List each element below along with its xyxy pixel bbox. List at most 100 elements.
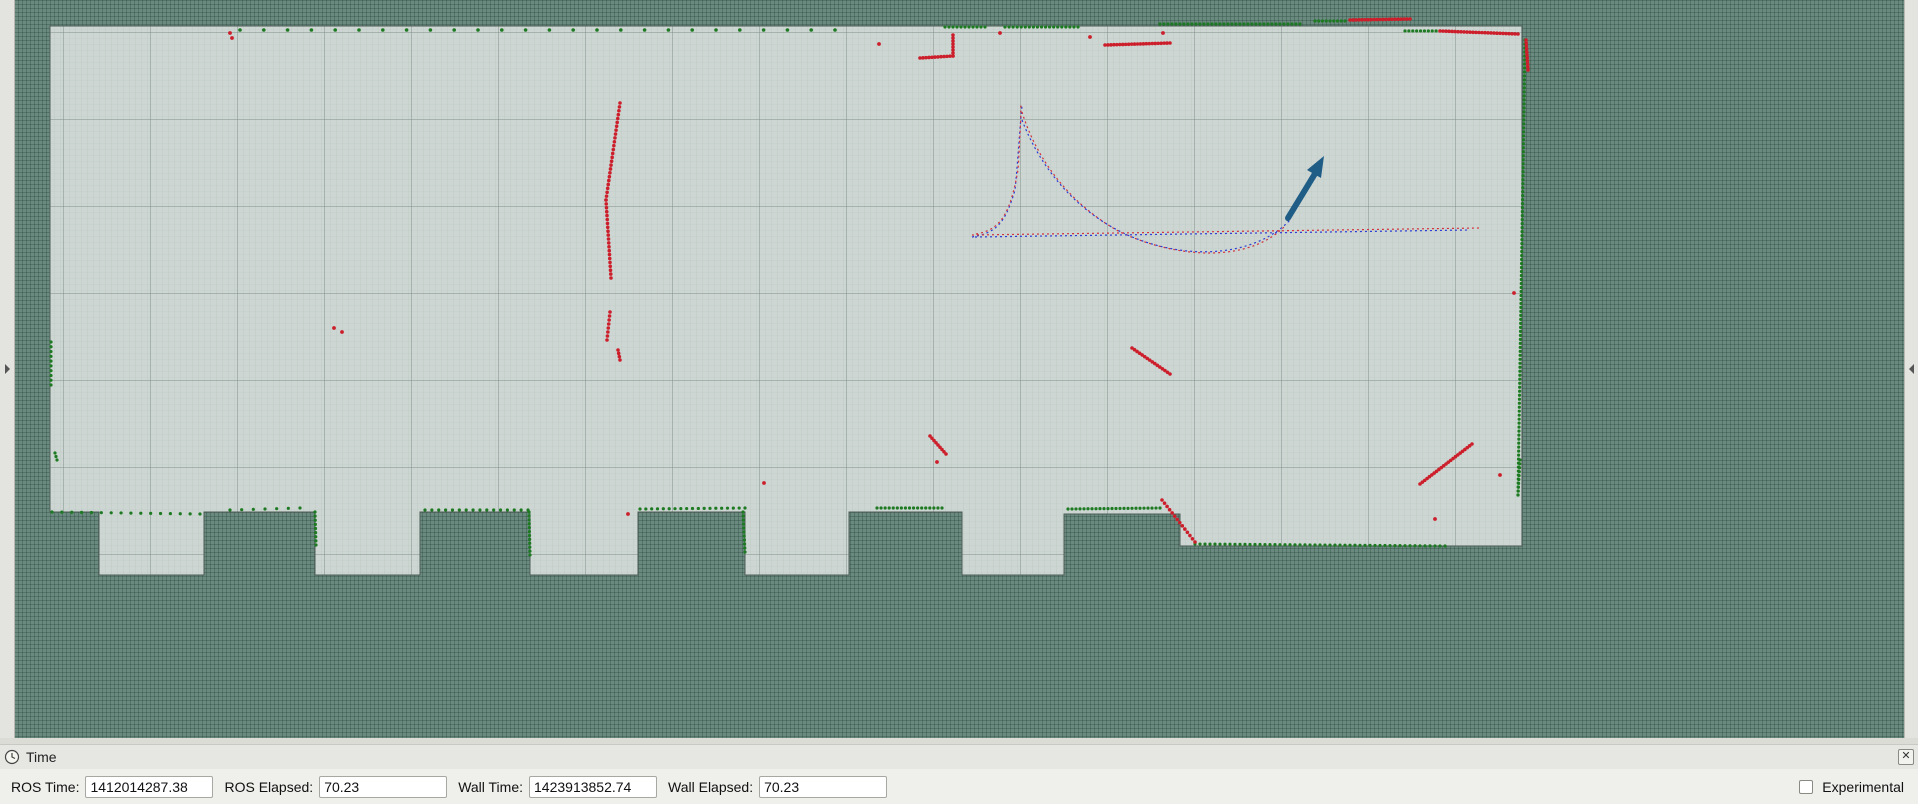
map-point	[1423, 544, 1427, 548]
left-dock-handle[interactable]	[0, 0, 15, 738]
map-point	[1522, 66, 1527, 70]
laser-hit	[605, 217, 610, 222]
laser-hit	[1165, 504, 1169, 509]
map-point	[1122, 506, 1126, 510]
map-point	[49, 383, 53, 387]
map-point	[158, 511, 163, 516]
wall-time-field[interactable]	[529, 775, 658, 798]
map-point	[1517, 437, 1521, 441]
map-point	[1150, 506, 1154, 510]
map-point	[963, 25, 967, 29]
map-point	[1521, 170, 1525, 174]
map-point	[286, 506, 290, 510]
laser-hit	[616, 112, 621, 117]
map-point	[1142, 506, 1146, 510]
map-point	[313, 514, 317, 518]
triangle-left-icon[interactable]	[1909, 364, 1914, 374]
map-point	[1522, 82, 1526, 86]
map-point	[1520, 249, 1524, 254]
map-point	[1068, 25, 1072, 29]
map-point	[457, 508, 461, 512]
map-point	[314, 531, 318, 535]
laser-hit	[606, 229, 610, 233]
map-point	[1198, 542, 1202, 546]
laser-hit	[230, 36, 234, 40]
close-icon[interactable]: ✕	[1898, 749, 1914, 765]
occupancy-grid	[49, 25, 1523, 576]
map-point	[478, 508, 482, 512]
map-point	[139, 511, 143, 515]
laser-hit	[1177, 520, 1182, 525]
map-point	[1208, 542, 1212, 546]
map-point	[920, 506, 924, 510]
render-viewport[interactable]	[14, 0, 1904, 738]
map-point	[1328, 19, 1332, 23]
map-point	[1298, 22, 1302, 26]
map-point	[1248, 542, 1252, 547]
map-point	[1114, 506, 1118, 511]
laser-hit	[626, 512, 630, 516]
laser-hit	[1433, 517, 1437, 521]
map-point	[49, 345, 53, 349]
map-point	[1198, 22, 1202, 26]
wall-elapsed-field[interactable]	[759, 775, 888, 798]
map-point	[742, 538, 747, 542]
map-point	[1226, 22, 1230, 26]
triangle-right-icon[interactable]	[5, 364, 10, 374]
laser-hit	[614, 128, 618, 132]
laser-hit	[332, 326, 336, 330]
laser-hit	[617, 108, 621, 113]
ros-elapsed-field[interactable]	[319, 775, 448, 798]
map-point	[500, 28, 504, 32]
map-point	[1433, 544, 1437, 548]
map-point	[1222, 22, 1226, 26]
map-point	[1210, 22, 1214, 26]
map-point	[1418, 544, 1422, 548]
laser-hit	[1180, 524, 1185, 528]
map-point	[1031, 25, 1035, 29]
laser-hit	[604, 198, 608, 202]
experimental-toggle[interactable]: Experimental	[1799, 769, 1904, 804]
map-point	[1408, 544, 1412, 548]
laser-hit	[1185, 530, 1190, 535]
time-panel-fields: ROS Time: ROS Elapsed: Wall Time: Wall E…	[0, 769, 1918, 804]
map-point	[1517, 470, 1521, 474]
map-point	[1415, 29, 1419, 33]
map-point	[1318, 543, 1322, 547]
map-point	[1518, 329, 1523, 333]
map-point	[1118, 506, 1122, 511]
map-point	[1338, 543, 1342, 547]
laser-hit	[614, 124, 619, 129]
map-point	[1518, 337, 1522, 341]
map-point	[979, 25, 983, 29]
map-point	[313, 510, 317, 514]
laser-hit	[762, 481, 766, 485]
map-point	[1517, 425, 1521, 429]
map-point	[1064, 25, 1068, 29]
map-view[interactable]	[14, 0, 1904, 738]
map-point	[1323, 543, 1327, 547]
map-point	[527, 526, 531, 530]
map-point	[1413, 544, 1417, 548]
experimental-checkbox[interactable]	[1799, 779, 1814, 794]
map-point	[1517, 473, 1521, 478]
map-point	[725, 506, 730, 510]
right-dock-handle[interactable]	[1904, 0, 1918, 738]
map-point	[547, 28, 552, 32]
map-point	[53, 451, 57, 455]
map-point	[251, 507, 255, 511]
map-point	[1517, 429, 1521, 433]
map-point	[1102, 507, 1106, 511]
map-point	[1027, 25, 1031, 29]
map-point	[505, 508, 509, 512]
map-point	[430, 508, 434, 512]
map-point	[485, 508, 489, 512]
map-point	[1278, 22, 1282, 26]
laser-hit	[607, 252, 612, 257]
map-point	[1313, 19, 1317, 23]
map-point	[528, 541, 532, 545]
laser-hit	[609, 163, 613, 167]
ros-time-field[interactable]	[85, 775, 214, 798]
map-point	[149, 511, 153, 515]
map-point	[1517, 421, 1521, 425]
